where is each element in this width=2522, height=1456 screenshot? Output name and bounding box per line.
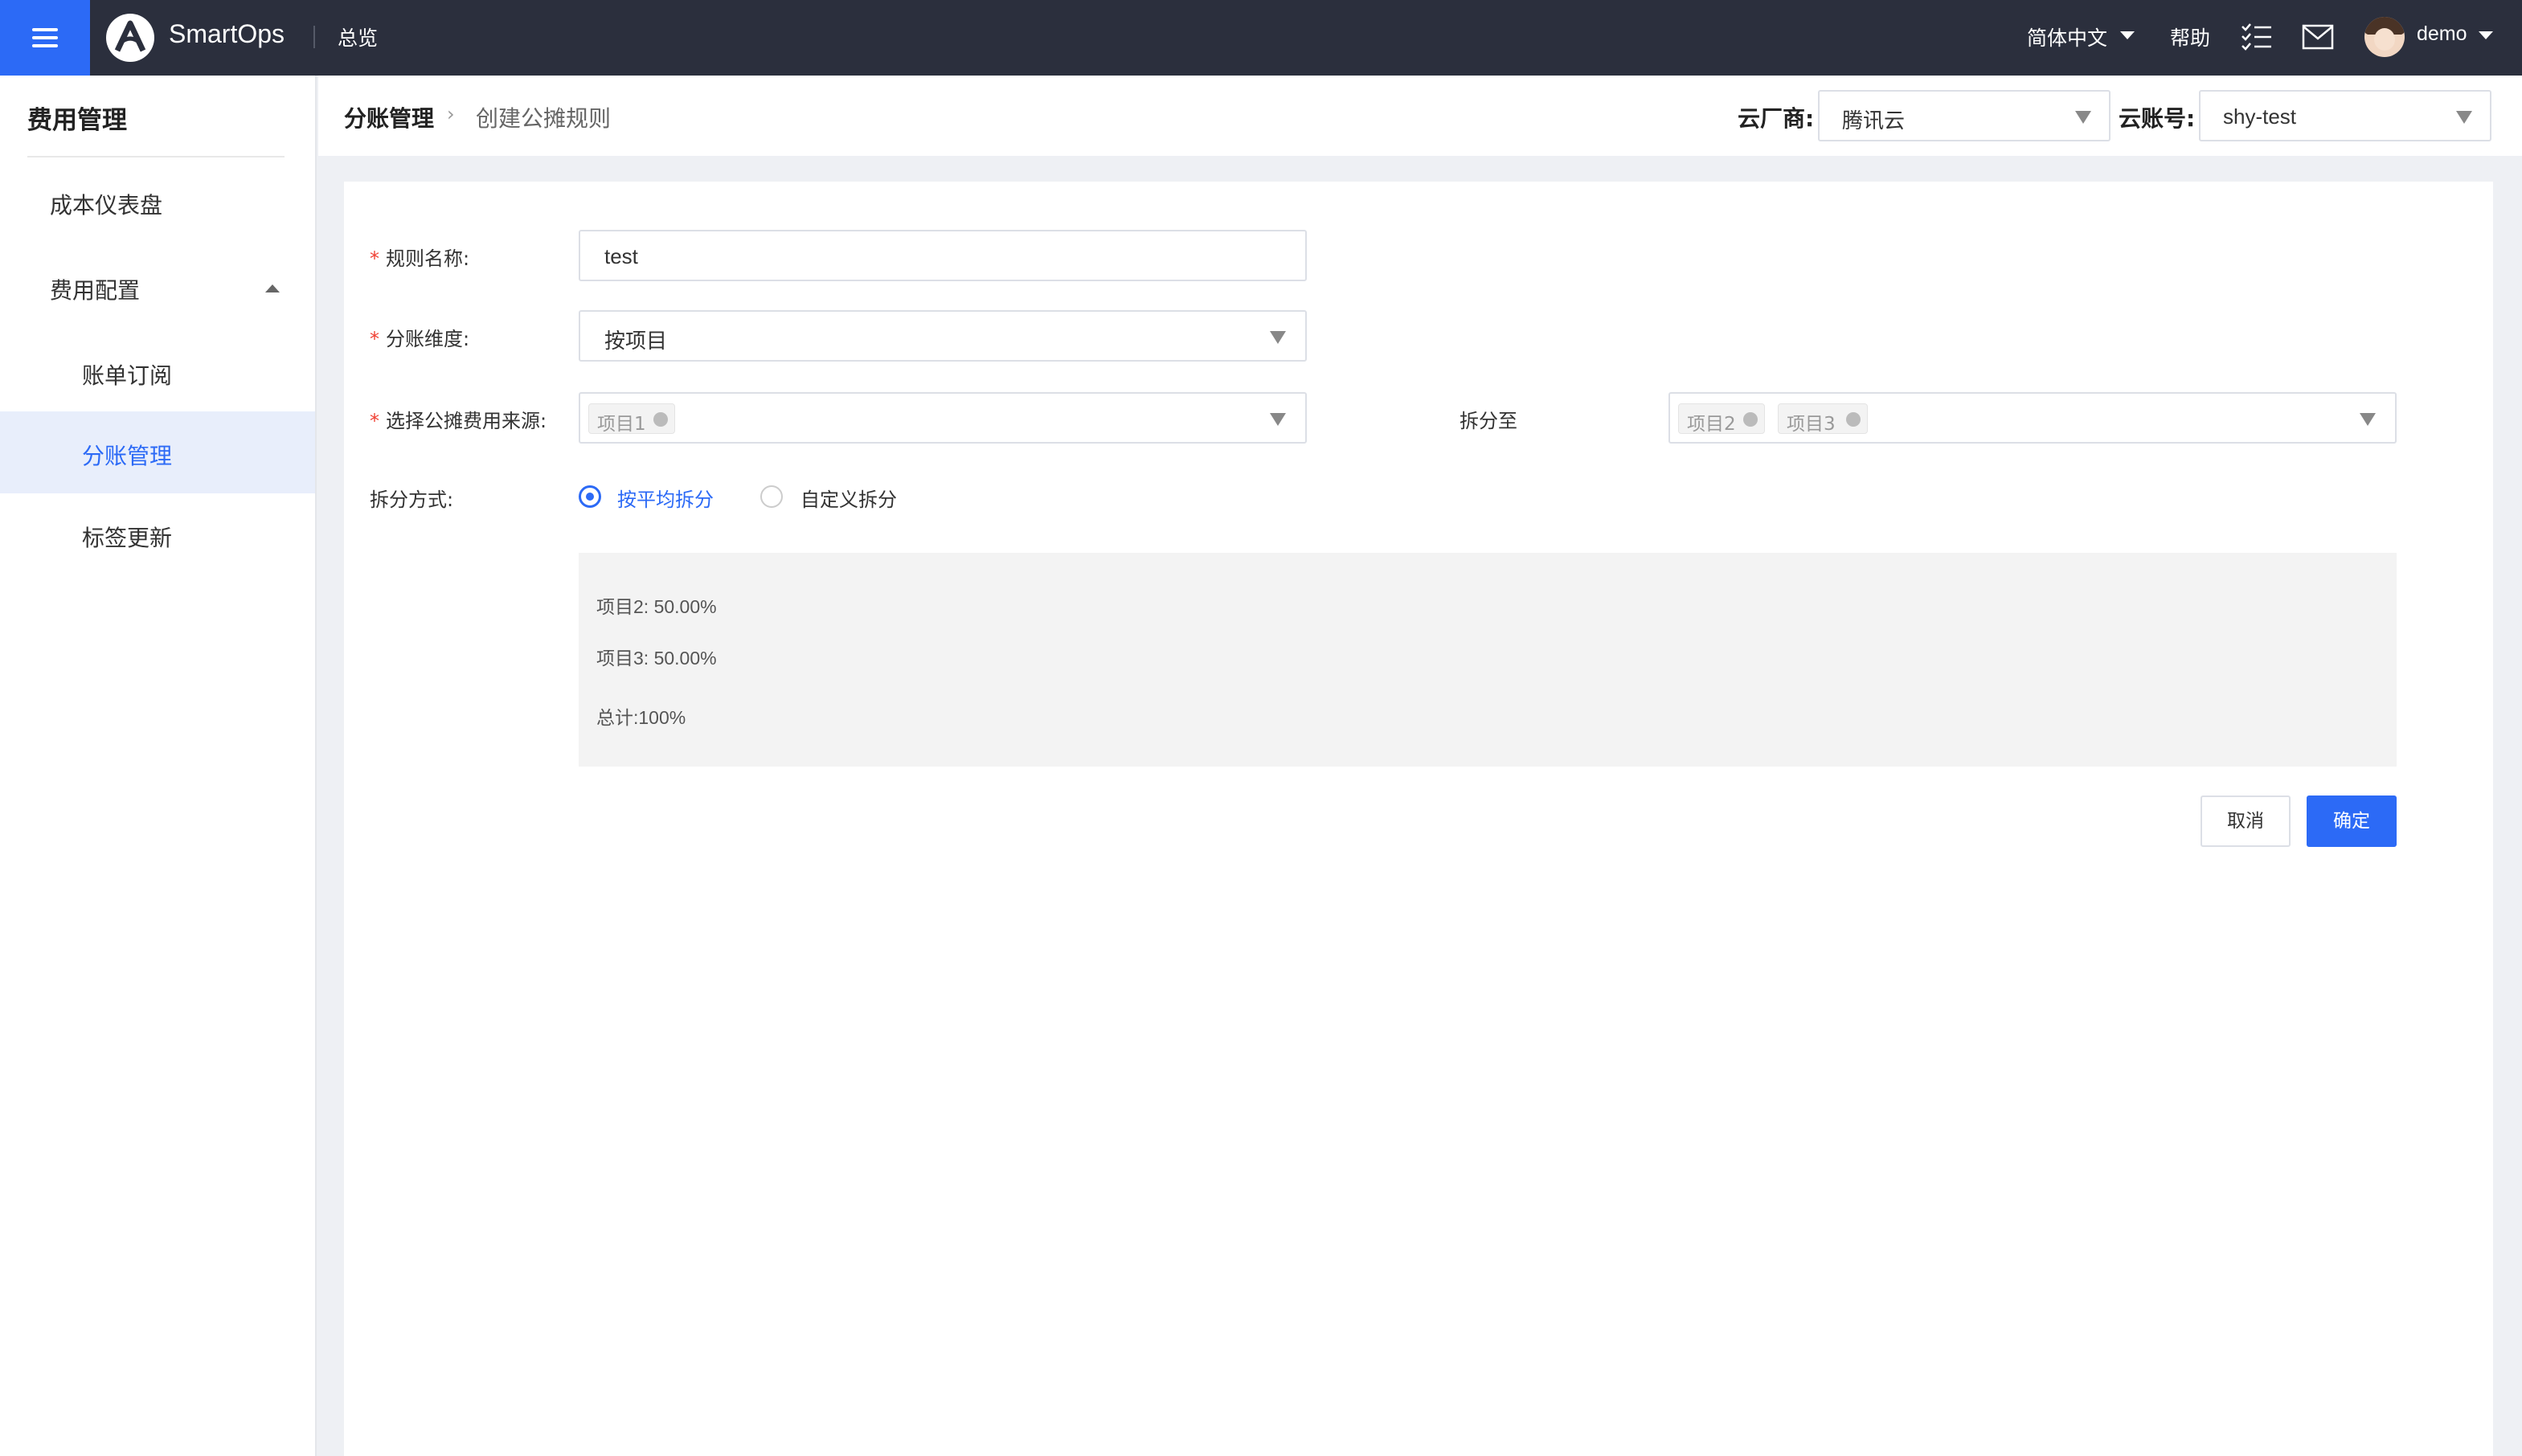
sidebar-item-cost-config[interactable]: 费用配置 bbox=[0, 246, 315, 328]
account-value: shy-test bbox=[2223, 104, 2297, 129]
sidebar-item-label: 分账管理 bbox=[82, 443, 173, 469]
divider bbox=[27, 156, 285, 157]
chevron-down-icon bbox=[1270, 413, 1286, 426]
dimension-select[interactable]: 按项目 bbox=[579, 310, 1307, 362]
sidebar-item-split-management[interactable]: 分账管理 bbox=[0, 411, 315, 493]
split-to-multiselect[interactable]: 项目2 项目3 bbox=[1668, 392, 2397, 444]
sidebar-item-label: 账单订阅 bbox=[82, 362, 173, 389]
chevron-up-icon bbox=[265, 284, 280, 292]
chevron-down-icon[interactable] bbox=[2120, 31, 2135, 39]
radio-custom-split[interactable] bbox=[760, 485, 783, 508]
menu-icon-line bbox=[32, 36, 58, 39]
tag-label: 项目2 bbox=[1687, 414, 1736, 435]
avatar-face bbox=[2374, 28, 2395, 51]
rule-name-label-text: 规则名称: bbox=[386, 247, 470, 270]
dimension-label: * 分账维度: bbox=[370, 323, 469, 351]
breadcrumb-parent[interactable]: 分账管理 bbox=[344, 101, 434, 133]
mail-icon[interactable] bbox=[2302, 24, 2334, 53]
logo[interactable] bbox=[106, 14, 154, 62]
chevron-down-icon bbox=[2360, 413, 2376, 426]
close-icon[interactable] bbox=[653, 412, 668, 427]
split-to-tag[interactable]: 项目3 bbox=[1778, 403, 1868, 435]
close-icon[interactable] bbox=[1743, 412, 1758, 427]
sidebar-item-tag-update[interactable]: 标签更新 bbox=[0, 493, 315, 575]
summary-total: 总计:100% bbox=[596, 707, 686, 728]
close-icon[interactable] bbox=[1846, 412, 1861, 427]
top-bar: SmartOps 总览 简体中文 帮助 demo bbox=[0, 0, 2522, 76]
sidebar-item-bill-subscription[interactable]: 账单订阅 bbox=[0, 331, 315, 413]
sidebar-item-label: 成本仪表盘 bbox=[50, 192, 163, 219]
chevron-down-icon bbox=[2456, 111, 2472, 124]
sidebar: 费用管理 成本仪表盘 费用配置 账单订阅 分账管理 标签更新 bbox=[0, 76, 317, 1456]
sidebar-item-cost-dashboard[interactable]: 成本仪表盘 bbox=[0, 161, 315, 243]
source-tag[interactable]: 项目1 bbox=[588, 403, 675, 435]
dimension-label-text: 分账维度: bbox=[386, 328, 470, 350]
required-mark: * bbox=[370, 410, 379, 432]
form-card: * 规则名称: test * 分账维度: 按项目 * 选择公摊费用来源: 项目1 拆分… bbox=[344, 182, 2493, 1456]
language-selector[interactable]: 简体中文 bbox=[2027, 22, 2107, 51]
rule-name-label: * 规则名称: bbox=[370, 243, 469, 271]
chevron-right-icon: › bbox=[447, 103, 455, 125]
source-label-text: 选择公摊费用来源: bbox=[386, 410, 547, 432]
source-label: * 选择公摊费用来源: bbox=[370, 405, 547, 433]
tag-label: 项目3 bbox=[1787, 414, 1836, 435]
chevron-down-icon bbox=[1270, 331, 1286, 344]
menu-toggle-button[interactable] bbox=[0, 0, 90, 76]
task-list-icon[interactable] bbox=[2241, 22, 2273, 55]
source-multiselect[interactable]: 项目1 bbox=[579, 392, 1307, 444]
divider bbox=[313, 26, 315, 48]
method-label: 拆分方式: bbox=[370, 489, 454, 511]
split-to-label: 拆分至 bbox=[1460, 410, 1517, 432]
radio-label-custom[interactable]: 自定义拆分 bbox=[800, 484, 897, 512]
rule-name-input[interactable]: test bbox=[579, 230, 1307, 281]
sidebar-item-label: 标签更新 bbox=[82, 525, 173, 551]
chevron-down-icon bbox=[2075, 111, 2091, 124]
split-summary: 项目2: 50.00% 项目3: 50.00% 总计:100% bbox=[579, 553, 2397, 767]
provider-label: 云厂商: bbox=[1738, 105, 1815, 132]
nav-overview[interactable]: 总览 bbox=[338, 22, 378, 51]
user-menu[interactable]: demo bbox=[2417, 22, 2467, 46]
rule-name-value: test bbox=[604, 244, 638, 268]
summary-line: 项目3: 50.00% bbox=[596, 648, 717, 669]
summary-line: 项目2: 50.00% bbox=[596, 596, 717, 617]
provider-value: 腾讯云 bbox=[1842, 109, 1906, 133]
brand-name: SmartOps bbox=[169, 19, 285, 48]
required-mark: * bbox=[370, 247, 379, 270]
menu-icon-line bbox=[32, 44, 58, 47]
cancel-button[interactable]: 取消 bbox=[2201, 795, 2291, 847]
breadcrumb: 分账管理 › 创建公摊规则 云厂商: 腾讯云 云账号: shy-test bbox=[318, 76, 2522, 156]
required-mark: * bbox=[370, 328, 379, 350]
tag-label: 项目1 bbox=[597, 414, 646, 435]
account-select[interactable]: shy-test bbox=[2199, 90, 2491, 141]
breadcrumb-current: 创建公摊规则 bbox=[476, 105, 612, 132]
split-to-tag[interactable]: 项目2 bbox=[1678, 403, 1765, 435]
help-link[interactable]: 帮助 bbox=[2170, 22, 2210, 51]
avatar[interactable] bbox=[2364, 17, 2405, 57]
radio-label-average[interactable]: 按平均拆分 bbox=[617, 484, 714, 512]
account-label: 云账号: bbox=[2119, 105, 2196, 132]
confirm-button[interactable]: 确定 bbox=[2307, 795, 2397, 847]
sidebar-title: 费用管理 bbox=[27, 106, 127, 135]
radio-average-split[interactable] bbox=[579, 485, 601, 508]
menu-icon bbox=[32, 28, 58, 31]
dimension-value: 按项目 bbox=[604, 329, 668, 353]
provider-select[interactable]: 腾讯云 bbox=[1818, 90, 2111, 141]
sidebar-item-label: 费用配置 bbox=[50, 277, 141, 304]
chevron-down-icon[interactable] bbox=[2479, 31, 2493, 39]
